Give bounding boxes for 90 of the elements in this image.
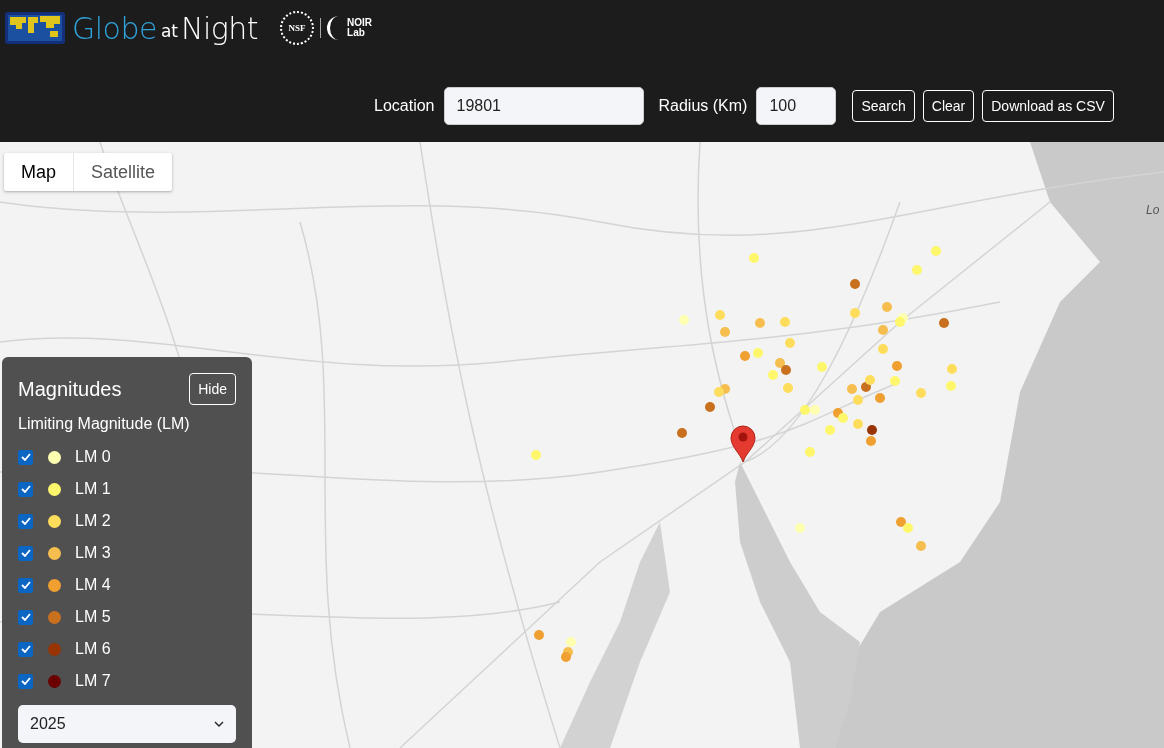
observation-dot[interactable] xyxy=(895,317,905,327)
observation-dot[interactable] xyxy=(847,384,857,394)
observation-dot[interactable] xyxy=(817,362,827,372)
observation-dot[interactable] xyxy=(781,365,791,375)
observation-dot[interactable] xyxy=(931,246,941,256)
observation-dot[interactable] xyxy=(753,348,763,358)
observation-dot[interactable] xyxy=(714,387,724,397)
year-select[interactable]: 2025 xyxy=(18,705,236,743)
observation-dot[interactable] xyxy=(780,317,790,327)
observation-dot[interactable] xyxy=(805,447,815,457)
legend-label: LM 1 xyxy=(75,480,111,498)
observation-dot[interactable] xyxy=(775,358,785,368)
clear-button[interactable]: Clear xyxy=(922,90,975,122)
observation-dot[interactable] xyxy=(946,381,956,391)
checkbox[interactable] xyxy=(18,641,33,657)
legend-label: LM 5 xyxy=(75,608,111,626)
checkbox[interactable] xyxy=(18,545,33,561)
noir-logo-text: NOIR xyxy=(347,18,373,28)
observation-dot[interactable] xyxy=(810,405,820,415)
location-pin-icon xyxy=(730,425,756,463)
logo-text: at xyxy=(160,21,179,41)
observation-dot[interactable] xyxy=(939,318,949,328)
observation-dot[interactable] xyxy=(916,541,926,551)
legend-label: LM 4 xyxy=(75,576,111,594)
map-place-label: Lo xyxy=(1146,203,1160,217)
legend-title: Magnitudes xyxy=(18,377,122,401)
checkbox[interactable] xyxy=(18,481,33,497)
observation-dot[interactable] xyxy=(534,630,544,640)
observation-dot[interactable] xyxy=(916,388,926,398)
legend-label: LM 6 xyxy=(75,640,111,658)
observation-dot[interactable] xyxy=(566,637,576,647)
legend-label: LM 3 xyxy=(75,544,111,562)
observation-dot[interactable] xyxy=(850,308,860,318)
observation-dot[interactable] xyxy=(878,325,888,335)
observation-dot[interactable] xyxy=(866,436,876,446)
observation-dot[interactable] xyxy=(903,523,913,533)
checkbox[interactable] xyxy=(18,513,33,529)
lab-logo-text: Lab xyxy=(347,28,366,38)
observation-dot[interactable] xyxy=(785,338,795,348)
observation-dot[interactable] xyxy=(749,253,759,263)
observation-dot[interactable] xyxy=(800,405,810,415)
map-type-tab[interactable]: Map xyxy=(4,153,74,191)
observation-dot[interactable] xyxy=(875,393,885,403)
location-label: Location xyxy=(374,97,435,115)
observation-dot[interactable] xyxy=(679,315,689,325)
observation-dot[interactable] xyxy=(740,351,750,361)
observation-dot[interactable] xyxy=(947,364,957,374)
observation-dot[interactable] xyxy=(768,370,778,380)
observation-dot[interactable] xyxy=(867,425,877,435)
download-csv-button[interactable]: Download as CSV xyxy=(982,90,1114,122)
observation-dot[interactable] xyxy=(755,318,765,328)
search-button[interactable]: Search xyxy=(852,90,915,122)
observation-dot[interactable] xyxy=(720,327,730,337)
chevron-down-icon xyxy=(214,721,224,727)
observation-dot[interactable] xyxy=(892,361,902,371)
observation-dot[interactable] xyxy=(912,265,922,275)
observation-dot[interactable] xyxy=(838,413,848,423)
observation-dot[interactable] xyxy=(795,523,805,533)
observation-dot[interactable] xyxy=(850,279,860,289)
observation-dot[interactable] xyxy=(705,402,715,412)
legend-label: LM 7 xyxy=(75,672,111,690)
observation-dot[interactable] xyxy=(882,302,892,312)
observation-dot[interactable] xyxy=(531,450,541,460)
observation-dot[interactable] xyxy=(865,375,875,385)
legend-label: LM 0 xyxy=(75,448,111,466)
checkbox[interactable] xyxy=(18,609,33,625)
observation-dot[interactable] xyxy=(896,517,906,527)
radius-input[interactable]: 100 xyxy=(756,87,837,125)
logo-text: Globe xyxy=(72,10,157,46)
observation-dot[interactable] xyxy=(561,652,571,662)
observation-dot[interactable] xyxy=(715,310,725,320)
logo-text: Night xyxy=(181,10,259,46)
map-type-tab[interactable]: Satellite xyxy=(74,153,173,191)
legend-label: LM 2 xyxy=(75,512,111,530)
observation-dot[interactable] xyxy=(878,344,888,354)
checkbox[interactable] xyxy=(18,449,33,465)
hide-button[interactable]: Hide xyxy=(189,373,236,405)
observation-dot[interactable] xyxy=(853,419,863,429)
radius-label: Radius (Km) xyxy=(658,97,748,115)
location-input[interactable]: 19801 xyxy=(443,87,644,125)
legend-subtitle: Limiting Magnitude (LM) xyxy=(18,415,191,433)
observation-dot[interactable] xyxy=(825,425,835,435)
observation-dot[interactable] xyxy=(890,376,900,386)
checkbox[interactable] xyxy=(18,673,33,689)
checkbox[interactable] xyxy=(18,577,33,593)
map[interactable]: Map Satellite Lo Magnitudes Hide Limiting Magnitude (LM) LM 0 LM 1 LM 2 LM 3 LM 4 LM 5 LM 6 LM 7 2025 xyxy=(0,142,1164,748)
observation-dot[interactable] xyxy=(853,395,863,405)
observation-dot[interactable] xyxy=(677,428,687,438)
nsf-logo: NSF xyxy=(280,11,315,45)
observation-dot[interactable] xyxy=(783,383,793,393)
